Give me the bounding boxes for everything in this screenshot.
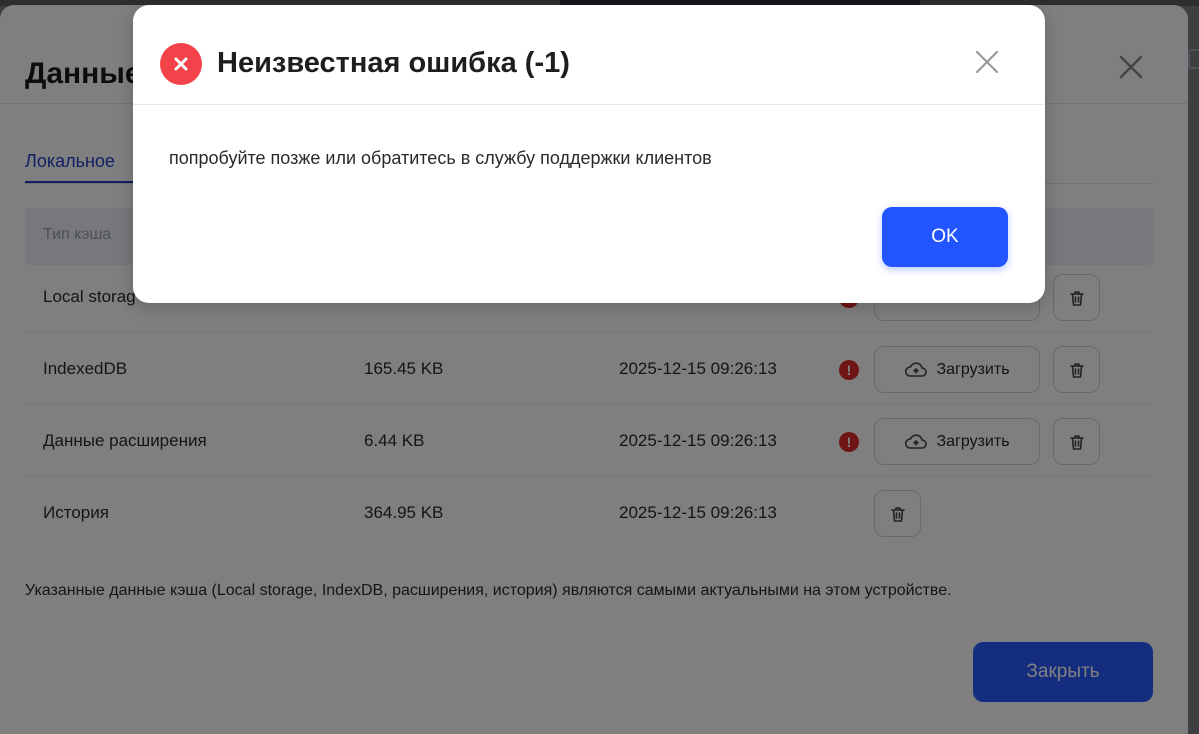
dialog-message: попробуйте позже или обратитесь в службу… (169, 148, 712, 168)
dialog-divider (133, 104, 1045, 105)
error-dialog: Неизвестная ошибка (-1) попробуйте позже… (133, 5, 1045, 303)
dialog-title: Неизвестная ошибка (-1) (217, 47, 570, 79)
dialog-close-icon[interactable] (971, 46, 1003, 78)
error-icon (160, 43, 202, 85)
ok-button[interactable]: OK (882, 207, 1008, 267)
